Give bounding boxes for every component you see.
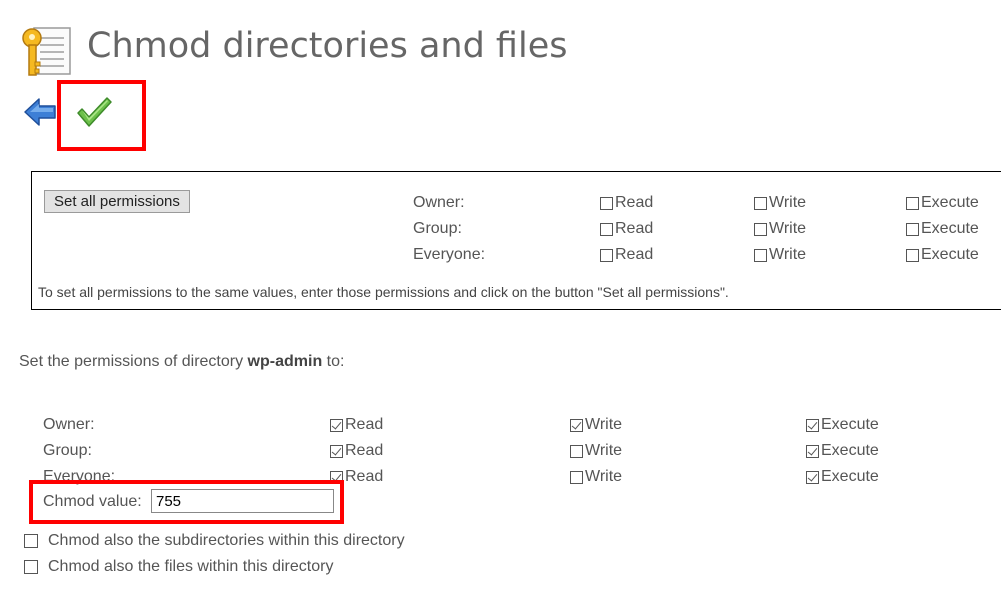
owner-execute-checkbox[interactable]: Execute [806, 415, 879, 435]
set-all-everyone-read-checkbox[interactable]: Read [600, 245, 653, 265]
set-all-owner-write-checkbox[interactable]: Write [754, 193, 806, 213]
checked-checkbox-icon [330, 444, 343, 458]
group-write-checkbox[interactable]: Write [570, 441, 622, 461]
green-checkmark-icon[interactable] [74, 95, 114, 129]
group-read-checkbox[interactable]: Read [330, 441, 383, 461]
checkbox-icon [754, 248, 767, 262]
checked-checkbox-icon [570, 418, 583, 432]
set-all-everyone-execute-checkbox[interactable]: Execute [906, 245, 979, 265]
set-all-everyone-write-checkbox[interactable]: Write [754, 245, 806, 265]
owner-read-checkbox[interactable]: Read [330, 415, 383, 435]
checkbox-icon [570, 444, 583, 458]
directory-name: wp-admin [247, 353, 323, 370]
checkbox-icon [600, 248, 613, 262]
owner-label: Owner: [43, 416, 95, 433]
checked-checkbox-icon [806, 444, 819, 458]
key-document-icon [20, 24, 74, 78]
everyone-execute-checkbox[interactable]: Execute [806, 467, 879, 487]
set-all-note: To set all permissions to the same value… [38, 284, 729, 300]
set-all-owner-read-checkbox[interactable]: Read [600, 193, 653, 213]
owner-write-checkbox[interactable]: Write [570, 415, 622, 435]
set-all-owner-label: Owner: [413, 194, 465, 211]
checkbox-icon [600, 196, 613, 210]
chmod-files-checkbox[interactable]: Chmod also the files within this directo… [24, 557, 333, 577]
directory-intro-prefix: Set the permissions of directory [19, 353, 244, 370]
checkbox-icon [24, 534, 38, 548]
page-title: Chmod directories and files [87, 26, 568, 66]
set-all-permissions-button[interactable]: Set all permissions [44, 190, 190, 213]
group-label: Group: [43, 442, 92, 459]
group-execute-checkbox[interactable]: Execute [806, 441, 879, 461]
checkbox-icon [754, 222, 767, 236]
set-all-owner-execute-checkbox[interactable]: Execute [906, 193, 979, 213]
checked-checkbox-icon [330, 418, 343, 432]
checkbox-icon [24, 560, 38, 574]
checkbox-icon [570, 470, 583, 484]
checked-checkbox-icon [806, 470, 819, 484]
checkbox-icon [600, 222, 613, 236]
set-all-group-execute-checkbox[interactable]: Execute [906, 219, 979, 239]
directory-intro-suffix: to: [326, 353, 345, 370]
set-all-group-label: Group: [413, 220, 462, 237]
directory-intro: Set the permissions of directory wp-admi… [19, 352, 344, 372]
chmod-subdirectories-checkbox[interactable]: Chmod also the subdirectories within thi… [24, 531, 405, 551]
checkbox-icon [906, 248, 919, 262]
checkbox-icon [906, 196, 919, 210]
back-arrow-icon[interactable] [22, 95, 58, 129]
everyone-write-checkbox[interactable]: Write [570, 467, 622, 487]
chmod-highlight-box [29, 480, 344, 524]
set-all-group-write-checkbox[interactable]: Write [754, 219, 806, 239]
checkbox-icon [906, 222, 919, 236]
set-all-everyone-label: Everyone: [413, 246, 486, 263]
checkbox-icon [754, 196, 767, 210]
checked-checkbox-icon [806, 418, 819, 432]
set-all-group-read-checkbox[interactable]: Read [600, 219, 653, 239]
